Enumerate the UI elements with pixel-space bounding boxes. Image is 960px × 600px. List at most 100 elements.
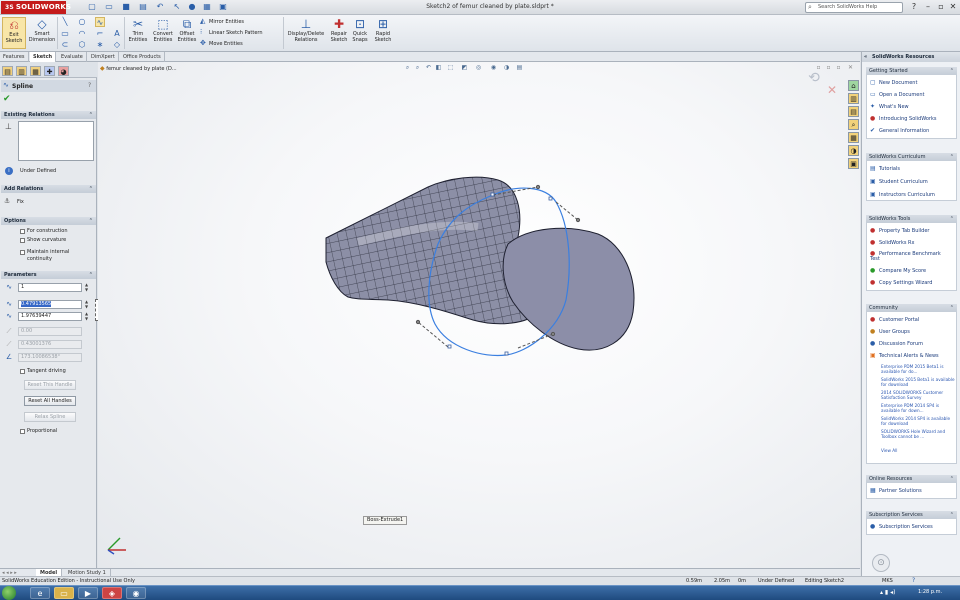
add-relations-header[interactable]: Add Relations ⌃ bbox=[1, 185, 96, 193]
partner-solutions-link[interactable]: ▦ Partner Solutions bbox=[870, 487, 922, 494]
save-icon[interactable]: ■ bbox=[121, 2, 131, 12]
new-document-icon[interactable]: ▢ bbox=[87, 2, 97, 12]
rapid-sketch-button[interactable]: ⊞ Rapid Sketch bbox=[372, 17, 394, 49]
tangent-radial-input[interactable]: 0.43001376 bbox=[18, 340, 82, 349]
community-header[interactable]: Community ⌃ bbox=[866, 304, 957, 312]
arc-icon[interactable]: ◠ bbox=[77, 29, 87, 39]
tools-header[interactable]: SolidWorks Tools ⌃ bbox=[866, 215, 957, 223]
text-icon[interactable]: A bbox=[112, 29, 122, 39]
confirmation-corner-exit-icon[interactable]: ⟲ bbox=[804, 69, 824, 87]
performance-benchmark-link[interactable]: ● Performance Benchmark Test bbox=[870, 251, 950, 262]
tangent-driving-checkbox[interactable] bbox=[20, 369, 25, 374]
rectangle-icon[interactable]: ▭ bbox=[60, 29, 70, 39]
custom-properties-icon[interactable]: ▣ bbox=[848, 158, 859, 169]
curriculum-header[interactable]: SolidWorks Curriculum ⌃ bbox=[866, 153, 957, 161]
previous-view-icon[interactable]: ↶ bbox=[424, 64, 433, 72]
news-item[interactable]: SOLIDWORKS Hole Wizard and Toolbox canno… bbox=[881, 429, 955, 439]
spline-icon[interactable]: ∿ bbox=[95, 17, 105, 27]
apply-scene-icon[interactable]: ◑ bbox=[502, 64, 511, 72]
linear-sketch-pattern-button[interactable]: ⁝ Linear Sketch Pattern bbox=[200, 28, 263, 37]
file-explorer-icon[interactable]: ▤ bbox=[848, 106, 859, 117]
solidworks-resources-icon[interactable]: ⌂ bbox=[848, 80, 859, 91]
spline-point-number-input[interactable]: 1 bbox=[18, 283, 82, 292]
view-all-link[interactable]: View All bbox=[881, 448, 955, 454]
start-button[interactable] bbox=[2, 586, 16, 600]
viewport-tile-icon[interactable]: ▫ bbox=[824, 64, 833, 72]
copy-settings-wizard-link[interactable]: ● Copy Settings Wizard bbox=[870, 279, 932, 286]
close-icon[interactable]: ✕ bbox=[947, 1, 959, 13]
feature-tree-root[interactable]: ◆ femur cleaned by plate (D... bbox=[100, 65, 177, 72]
hide-show-items-icon[interactable]: ◎ bbox=[474, 64, 483, 72]
feature-manager-icon[interactable]: ▤ bbox=[2, 66, 13, 76]
existing-relations-list[interactable] bbox=[18, 121, 94, 161]
parameters-header[interactable]: Parameters ⌃ bbox=[1, 271, 96, 279]
section-view-icon[interactable]: ◧ bbox=[434, 64, 443, 72]
offset-entities-button[interactable]: ⧉ Offset Entities bbox=[176, 17, 198, 49]
existing-relations-header[interactable]: Existing Relations ⌃ bbox=[1, 111, 96, 119]
file-properties-icon[interactable]: ▦ bbox=[202, 2, 212, 12]
instructors-curriculum-link[interactable]: ▣ Instructors Curriculum bbox=[870, 191, 935, 198]
display-style-icon[interactable]: ◩ bbox=[460, 64, 469, 72]
select-arrow-icon[interactable]: ↖ bbox=[172, 2, 182, 12]
exit-sketch-button[interactable]: ⎌ Exit Sketch bbox=[2, 17, 26, 49]
compare-my-score-link[interactable]: ● Compare My Score bbox=[870, 267, 926, 274]
options-header[interactable]: Options ⌃ bbox=[1, 217, 96, 225]
show-curvature-checkbox[interactable] bbox=[20, 238, 25, 243]
search-icon[interactable]: ⌕ bbox=[848, 119, 859, 130]
minimize-icon[interactable]: – bbox=[922, 1, 934, 13]
x-coordinate-spinner[interactable]: ▲ ▼ bbox=[84, 299, 89, 309]
news-item[interactable]: SolidWorks 2014 SP4 is available for dow… bbox=[881, 416, 955, 426]
online-resources-header[interactable]: Online Resources ⌃ bbox=[866, 475, 957, 483]
subscription-services-link[interactable]: ● Subscription Services bbox=[870, 523, 933, 530]
point-icon[interactable]: ∗ bbox=[95, 40, 105, 50]
news-item[interactable]: Enterprise PDM 2014 SP4 is available for… bbox=[881, 403, 955, 413]
configuration-manager-icon[interactable]: ▦ bbox=[30, 66, 41, 76]
proportional-checkbox[interactable] bbox=[20, 429, 25, 434]
edit-appearance-icon[interactable]: ◉ bbox=[489, 64, 498, 72]
line-icon[interactable]: ╲ bbox=[60, 17, 70, 27]
display-manager-icon[interactable]: ◕ bbox=[58, 66, 69, 76]
system-tray-icons[interactable]: ▴ ▮ ◂) bbox=[880, 589, 895, 596]
repair-sketch-button[interactable]: ✚ Repair Sketch bbox=[328, 17, 350, 49]
discussion-forum-link[interactable]: ● Discussion Forum bbox=[870, 340, 923, 347]
confirmation-corner-cancel-icon[interactable]: ✕ bbox=[824, 82, 840, 98]
quick-snaps-button[interactable]: ⊡ Quick Snaps bbox=[350, 17, 370, 49]
view-orientation-icon[interactable]: ⬚ bbox=[446, 64, 455, 72]
help-icon[interactable]: ? bbox=[908, 1, 920, 13]
property-tab-builder-link[interactable]: ● Property Tab Builder bbox=[870, 227, 929, 234]
reset-all-handles-button[interactable]: Reset All Handles bbox=[24, 396, 76, 406]
user-groups-link[interactable]: ● User Groups bbox=[870, 328, 910, 335]
circle-icon[interactable]: ○ bbox=[77, 17, 87, 27]
view-settings-icon[interactable]: ▤ bbox=[515, 64, 524, 72]
graphics-area[interactable]: ◆ femur cleaned by plate (D... ⌕ ⌕ ↶ ◧ ⬚… bbox=[98, 62, 860, 568]
design-library-icon[interactable]: ▥ bbox=[848, 93, 859, 104]
new-document-link[interactable]: ▢ New Document bbox=[870, 79, 917, 86]
restore-icon[interactable]: ▫ bbox=[935, 1, 947, 13]
solidworks-logo[interactable]: 3S SOLIDWORKS bbox=[1, 1, 71, 14]
solidworks-rx-link[interactable]: ● SolidWorks Rx bbox=[870, 239, 914, 246]
tab-dimxpert[interactable]: DimXpert bbox=[88, 52, 119, 62]
fix-relation-button[interactable]: Fix bbox=[17, 199, 24, 205]
subscription-header[interactable]: Subscription Services ⌃ bbox=[866, 511, 957, 519]
news-item[interactable]: SolidWorks 2015 Beta1 is available for d… bbox=[881, 377, 955, 387]
model-view[interactable] bbox=[98, 62, 860, 568]
y-coordinate-input[interactable]: 1.97639447 bbox=[18, 312, 82, 321]
tab-sketch[interactable]: Sketch bbox=[30, 52, 57, 62]
general-information-link[interactable]: ✔ General Information bbox=[870, 127, 929, 134]
technical-alerts-link[interactable]: ▣ Technical Alerts & News bbox=[870, 352, 939, 359]
x-coordinate-input[interactable]: 0.47913565 bbox=[18, 300, 82, 309]
polygon-icon[interactable]: ⬡ bbox=[77, 40, 87, 50]
smart-dimension-button[interactable]: ◇ Smart Dimension bbox=[28, 17, 56, 49]
undo-icon[interactable]: ↶ bbox=[155, 2, 165, 12]
getting-started-header[interactable]: Getting Started ⌃ bbox=[866, 67, 957, 75]
internet-explorer-icon[interactable]: e bbox=[30, 587, 50, 599]
zoom-to-area-icon[interactable]: ⌕ bbox=[413, 64, 422, 72]
print-icon[interactable]: ▤ bbox=[138, 2, 148, 12]
news-item[interactable]: 2014 SOLIDWORKS Customer Satisfaction Su… bbox=[881, 390, 955, 400]
collapse-icon[interactable]: « bbox=[864, 52, 867, 62]
relax-spline-button[interactable]: Relax Spline bbox=[24, 412, 76, 422]
point-number-spinner[interactable]: ▲ ▼ bbox=[84, 282, 89, 292]
open-document-link[interactable]: ▭ Open a Document bbox=[870, 91, 925, 98]
trim-entities-button[interactable]: ✂ Trim Entities bbox=[126, 17, 150, 49]
help-icon[interactable]: ? bbox=[88, 82, 91, 89]
